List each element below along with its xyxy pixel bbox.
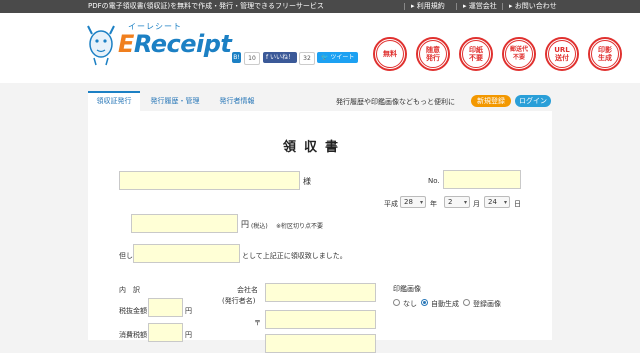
hatena-count: 10 xyxy=(244,52,260,65)
tab-label: 発行者情報 xyxy=(219,97,255,105)
month-value: 2 xyxy=(448,198,453,206)
tadashi-label: 但し xyxy=(119,252,133,260)
seal-option-label[interactable]: 自動生成 xyxy=(431,299,459,309)
seal-seal-gen: 印影 生成 xyxy=(588,37,622,71)
yen-unit: 円 xyxy=(185,307,192,315)
facebook-like-button[interactable]: f いいね！ xyxy=(263,52,298,63)
top-bar: PDFの電子領収書(領収証)を無料で作成・発行・管理できるフリーサービス ▸ 利… xyxy=(0,0,640,13)
seal-text: 送付 xyxy=(554,54,569,62)
seal-no-postage: 郵送代 不要 xyxy=(502,37,536,71)
month-select[interactable]: 2 ▾ xyxy=(444,196,470,208)
seal-text: URL xyxy=(554,46,570,54)
seal-text: 無料 xyxy=(383,50,397,58)
taxfree-amount-input[interactable] xyxy=(148,298,183,317)
facebook-like-label: いいね！ xyxy=(270,54,295,61)
link-terms[interactable]: ▸ 利用規約 xyxy=(411,0,445,13)
seal-text: 不要 xyxy=(469,54,483,62)
tax-amount-input[interactable] xyxy=(148,323,183,342)
receipt-number-input[interactable] xyxy=(443,170,521,189)
seal-text: 不要 xyxy=(512,54,525,61)
era-label: 平成 xyxy=(384,200,398,208)
seal-text: 印紙 xyxy=(469,46,483,54)
year-value: 28 xyxy=(404,198,413,206)
tab-label: 領収証発行 xyxy=(96,97,132,105)
issuer-label: (発行者名) xyxy=(222,297,256,305)
register-button[interactable]: 新規登録 xyxy=(471,95,511,107)
tab-issue-receipt[interactable]: 領収証発行 xyxy=(88,91,140,111)
seal-text: 郵送代 xyxy=(509,46,528,53)
year-label: 年 xyxy=(430,200,437,208)
goat-mascot-icon xyxy=(87,25,115,66)
chevron-down-icon: ▾ xyxy=(463,199,467,206)
logo-e: E xyxy=(118,30,134,58)
seal-text: 生成 xyxy=(598,54,612,62)
day-label: 日 xyxy=(514,200,521,208)
sama-label: 様 xyxy=(303,177,311,186)
month-label: 月 xyxy=(473,200,480,208)
login-button[interactable]: ログイン xyxy=(515,95,551,107)
day-value: 24 xyxy=(488,198,497,206)
divider xyxy=(502,3,503,10)
seal-text: 印影 xyxy=(598,46,612,54)
addressee-input[interactable] xyxy=(119,171,300,190)
seal-url-send: URL 送付 xyxy=(545,37,579,71)
purpose-input[interactable] xyxy=(133,244,240,263)
amount-input[interactable] xyxy=(131,214,238,233)
page-title: 領収書 xyxy=(283,140,347,155)
tab-label: 発行履歴・管理 xyxy=(150,97,200,105)
address-input[interactable] xyxy=(265,334,376,353)
hatena-bookmark-icon[interactable]: B! xyxy=(232,52,241,63)
seal-no-stamp: 印紙 不要 xyxy=(459,37,493,71)
receipt-statement: として上記正に領収致しました。 xyxy=(242,252,347,260)
link-company[interactable]: ▸ 運営会社 xyxy=(463,0,497,13)
chevron-down-icon: ▾ xyxy=(503,199,507,206)
divider xyxy=(404,3,405,10)
link-company-label[interactable]: 運営会社 xyxy=(469,2,497,10)
company-name-input[interactable] xyxy=(265,283,376,302)
tab-history[interactable]: 発行履歴・管理 xyxy=(146,91,204,111)
link-terms-label[interactable]: 利用規約 xyxy=(417,2,445,10)
comma-note: ※桁区切り点不要 xyxy=(276,223,324,230)
seal-option-label[interactable]: 登録画像 xyxy=(473,299,501,309)
tweet-button[interactable]: 🐦 ツイート xyxy=(317,52,359,63)
seal-text: 発行 xyxy=(426,54,440,62)
seal-free: 無料 xyxy=(373,37,407,71)
seal-image-label: 印鑑画像 xyxy=(393,285,421,293)
postal-mark-label: 〒 xyxy=(254,319,261,327)
tax-included-note: (税込) xyxy=(251,223,268,230)
facebook-count: 32 xyxy=(299,52,315,65)
yen-unit: 円 xyxy=(185,331,192,339)
taxfree-label: 税抜金額 xyxy=(119,307,147,315)
tax-label: 消費税額 xyxy=(119,331,147,339)
postal-code-input[interactable] xyxy=(265,310,376,329)
seal-anytime: 随意 発行 xyxy=(416,37,450,71)
divider xyxy=(456,3,457,10)
tab-issuer-info[interactable]: 発行者情報 xyxy=(212,91,262,111)
receipt-number-label: No. xyxy=(428,177,440,185)
link-contact[interactable]: ▸ お問い合わせ xyxy=(509,0,557,13)
site-logo[interactable]: EReceipt xyxy=(118,30,232,58)
seal-option-none-radio[interactable] xyxy=(393,299,400,306)
yen-label: 円 xyxy=(241,220,249,229)
year-select[interactable]: 28 ▾ xyxy=(400,196,426,208)
day-select[interactable]: 24 ▾ xyxy=(484,196,510,208)
breakdown-label: 内 訳 xyxy=(119,286,140,294)
nav-hint: 発行履歴や印鑑画像などもっと便利に xyxy=(336,98,455,106)
site-tagline: PDFの電子領収書(領収証)を無料で作成・発行・管理できるフリーサービス xyxy=(88,2,324,10)
chevron-down-icon: ▾ xyxy=(419,199,423,206)
logo-word: Receipt xyxy=(133,30,232,58)
tweet-label: ツイート xyxy=(330,54,355,61)
company-label: 会社名 xyxy=(237,286,258,294)
seal-option-registered-radio[interactable] xyxy=(463,299,470,306)
seal-option-label[interactable]: なし xyxy=(403,299,417,309)
seal-option-auto-radio[interactable] xyxy=(421,299,428,306)
link-contact-label[interactable]: お問い合わせ xyxy=(515,2,557,10)
seal-text: 随意 xyxy=(426,46,440,54)
